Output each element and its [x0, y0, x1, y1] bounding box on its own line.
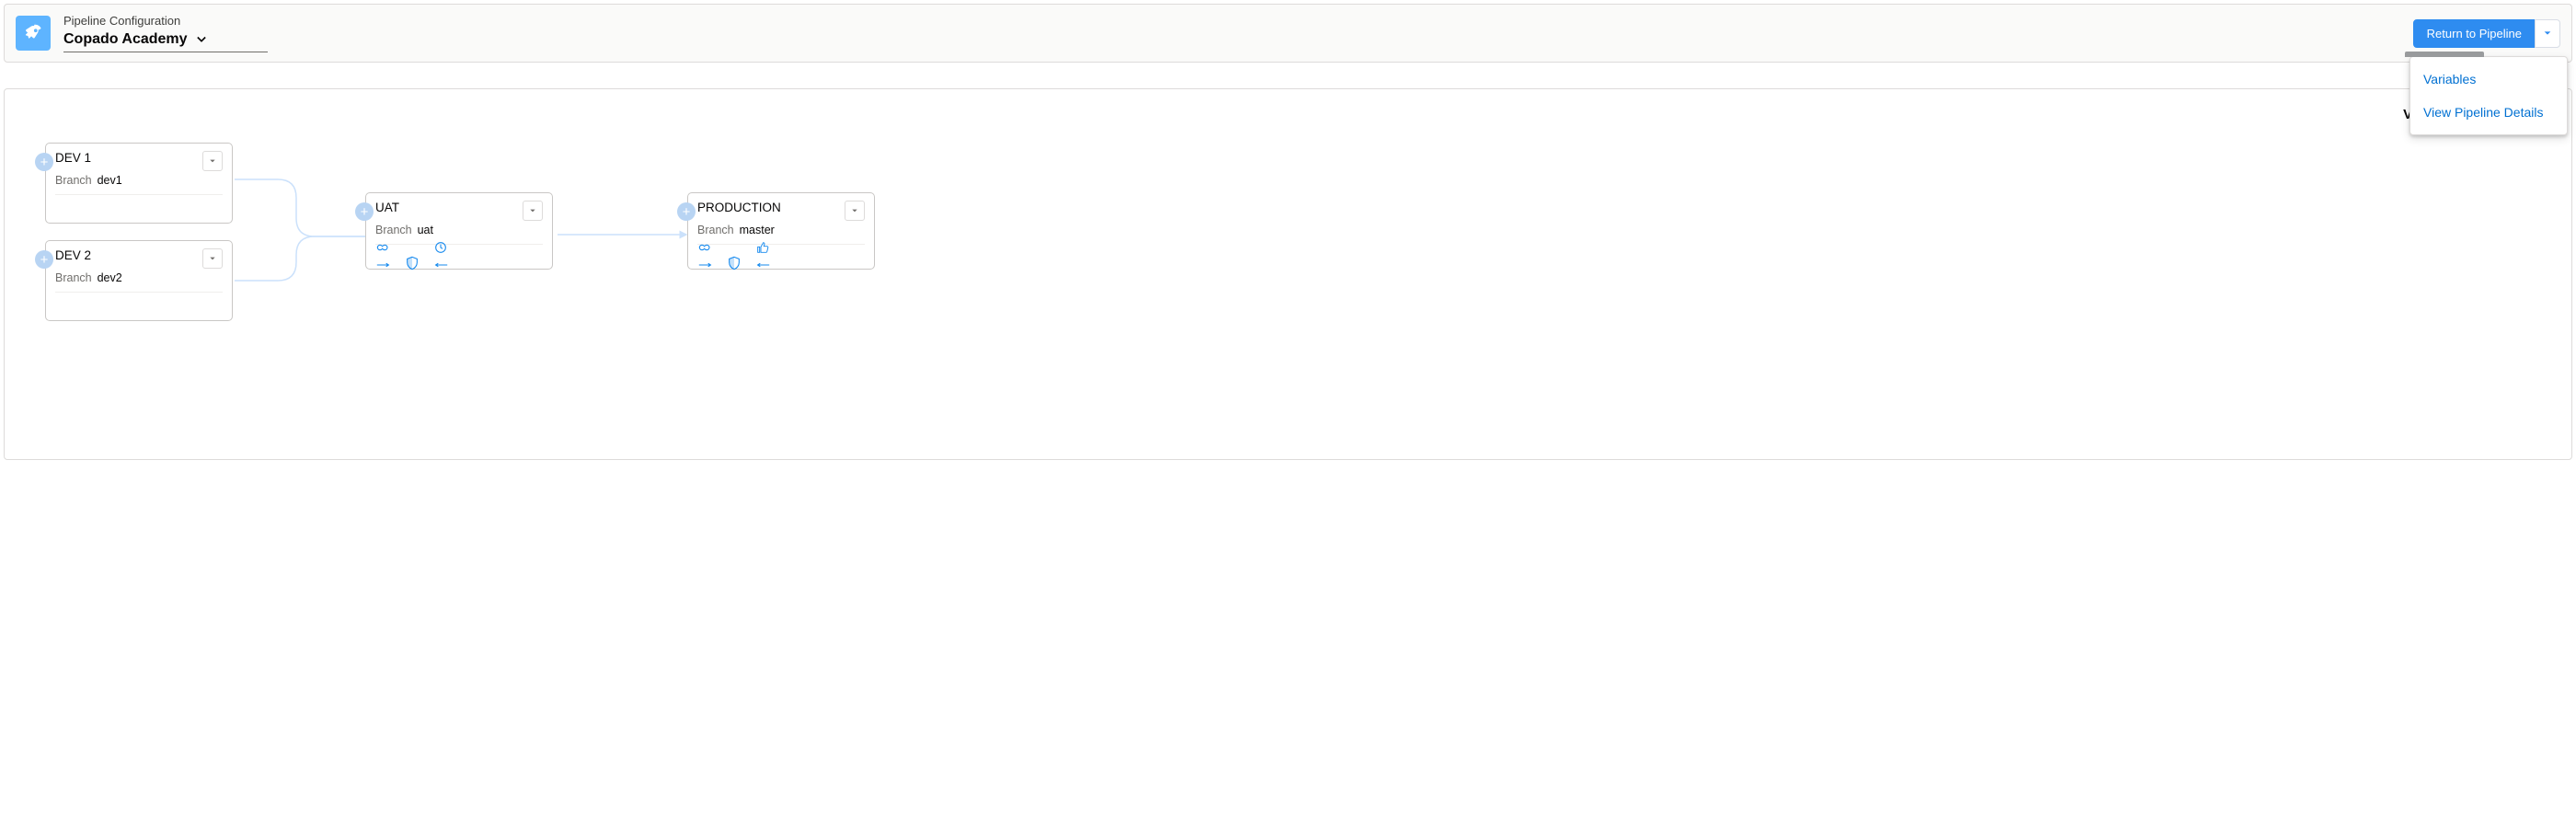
env-title: PRODUCTION: [697, 201, 781, 214]
caret-down-icon: [851, 207, 858, 214]
pipeline-diagram: + DEV 1 Branch dev1 + DEV 2: [23, 137, 2553, 385]
shield-icon: [727, 256, 742, 270]
unlimited-promote-icon: [697, 240, 714, 270]
page-header: Pipeline Configuration Copado Academy Re…: [4, 4, 2572, 63]
pipeline-canvas: View: All +: [4, 88, 2572, 460]
record-name: Copado Academy: [63, 31, 188, 48]
edge-uat-prod: [550, 225, 697, 244]
header-dropdown: Variables View Pipeline Details: [2409, 56, 2568, 135]
add-env-before-prod[interactable]: +: [677, 202, 696, 221]
env-menu-trigger[interactable]: [523, 201, 543, 221]
card-divider: [697, 244, 865, 245]
env-title: DEV 1: [55, 151, 91, 165]
env-title: UAT: [375, 201, 399, 214]
branch-label: Branch: [697, 224, 734, 236]
view-row: View: All: [23, 100, 2553, 128]
env-card-production[interactable]: + PRODUCTION Branch master: [687, 192, 875, 270]
schedule-back-promote-icon: [432, 240, 449, 270]
env-menu-trigger[interactable]: [202, 248, 223, 269]
card-divider: [375, 244, 543, 245]
env-card-dev1[interactable]: + DEV 1 Branch dev1: [45, 143, 233, 224]
branch-label: Branch: [55, 174, 92, 187]
page-title: Pipeline Configuration: [63, 14, 268, 28]
caret-down-icon: [209, 157, 216, 165]
add-env-before-dev2[interactable]: +: [35, 250, 53, 269]
branch-name: master: [740, 224, 775, 236]
branch-label: Branch: [55, 271, 92, 284]
return-menu-trigger[interactable]: [2535, 19, 2560, 48]
dropdown-item-variables[interactable]: Variables: [2410, 63, 2567, 96]
env-icons: [375, 250, 543, 270]
env-menu-trigger[interactable]: [845, 201, 865, 221]
card-divider: [55, 194, 223, 195]
edge-dev1-uat: [223, 154, 379, 282]
chevron-down-icon: [197, 35, 206, 44]
branch-label: Branch: [375, 224, 412, 236]
page-root: Pipeline Configuration Copado Academy Re…: [0, 4, 2576, 460]
thumbs-up-back-icon: [754, 240, 771, 270]
header-actions: Return to Pipeline: [2413, 19, 2560, 48]
return-to-pipeline-button[interactable]: Return to Pipeline: [2413, 19, 2536, 48]
add-env-before-uat[interactable]: +: [355, 202, 374, 221]
caret-down-icon: [209, 255, 216, 262]
branch-name: dev1: [98, 174, 122, 187]
env-card-dev2[interactable]: + DEV 2 Branch dev2: [45, 240, 233, 321]
env-card-uat[interactable]: + UAT Branch uat: [365, 192, 553, 270]
edge-dev2-uat: [223, 220, 379, 330]
dropdown-item-view-details[interactable]: View Pipeline Details: [2410, 96, 2567, 129]
record-name-select[interactable]: Copado Academy: [63, 29, 268, 52]
env-menu-trigger[interactable]: [202, 151, 223, 171]
return-button-group: Return to Pipeline: [2413, 19, 2560, 48]
caret-down-icon: [529, 207, 536, 214]
caret-down-icon: [2543, 29, 2552, 38]
branch-name: uat: [418, 224, 433, 236]
unlimited-promote-icon: [375, 240, 392, 270]
branch-name: dev2: [98, 271, 122, 284]
rocket-icon: [23, 23, 43, 43]
header-titles: Pipeline Configuration Copado Academy: [63, 14, 268, 52]
pipeline-object-icon: [16, 16, 51, 51]
env-title: DEV 2: [55, 248, 91, 262]
env-icons: [697, 250, 865, 270]
card-divider: [55, 292, 223, 293]
add-env-before-dev1[interactable]: +: [35, 153, 53, 171]
shield-icon: [405, 256, 420, 270]
